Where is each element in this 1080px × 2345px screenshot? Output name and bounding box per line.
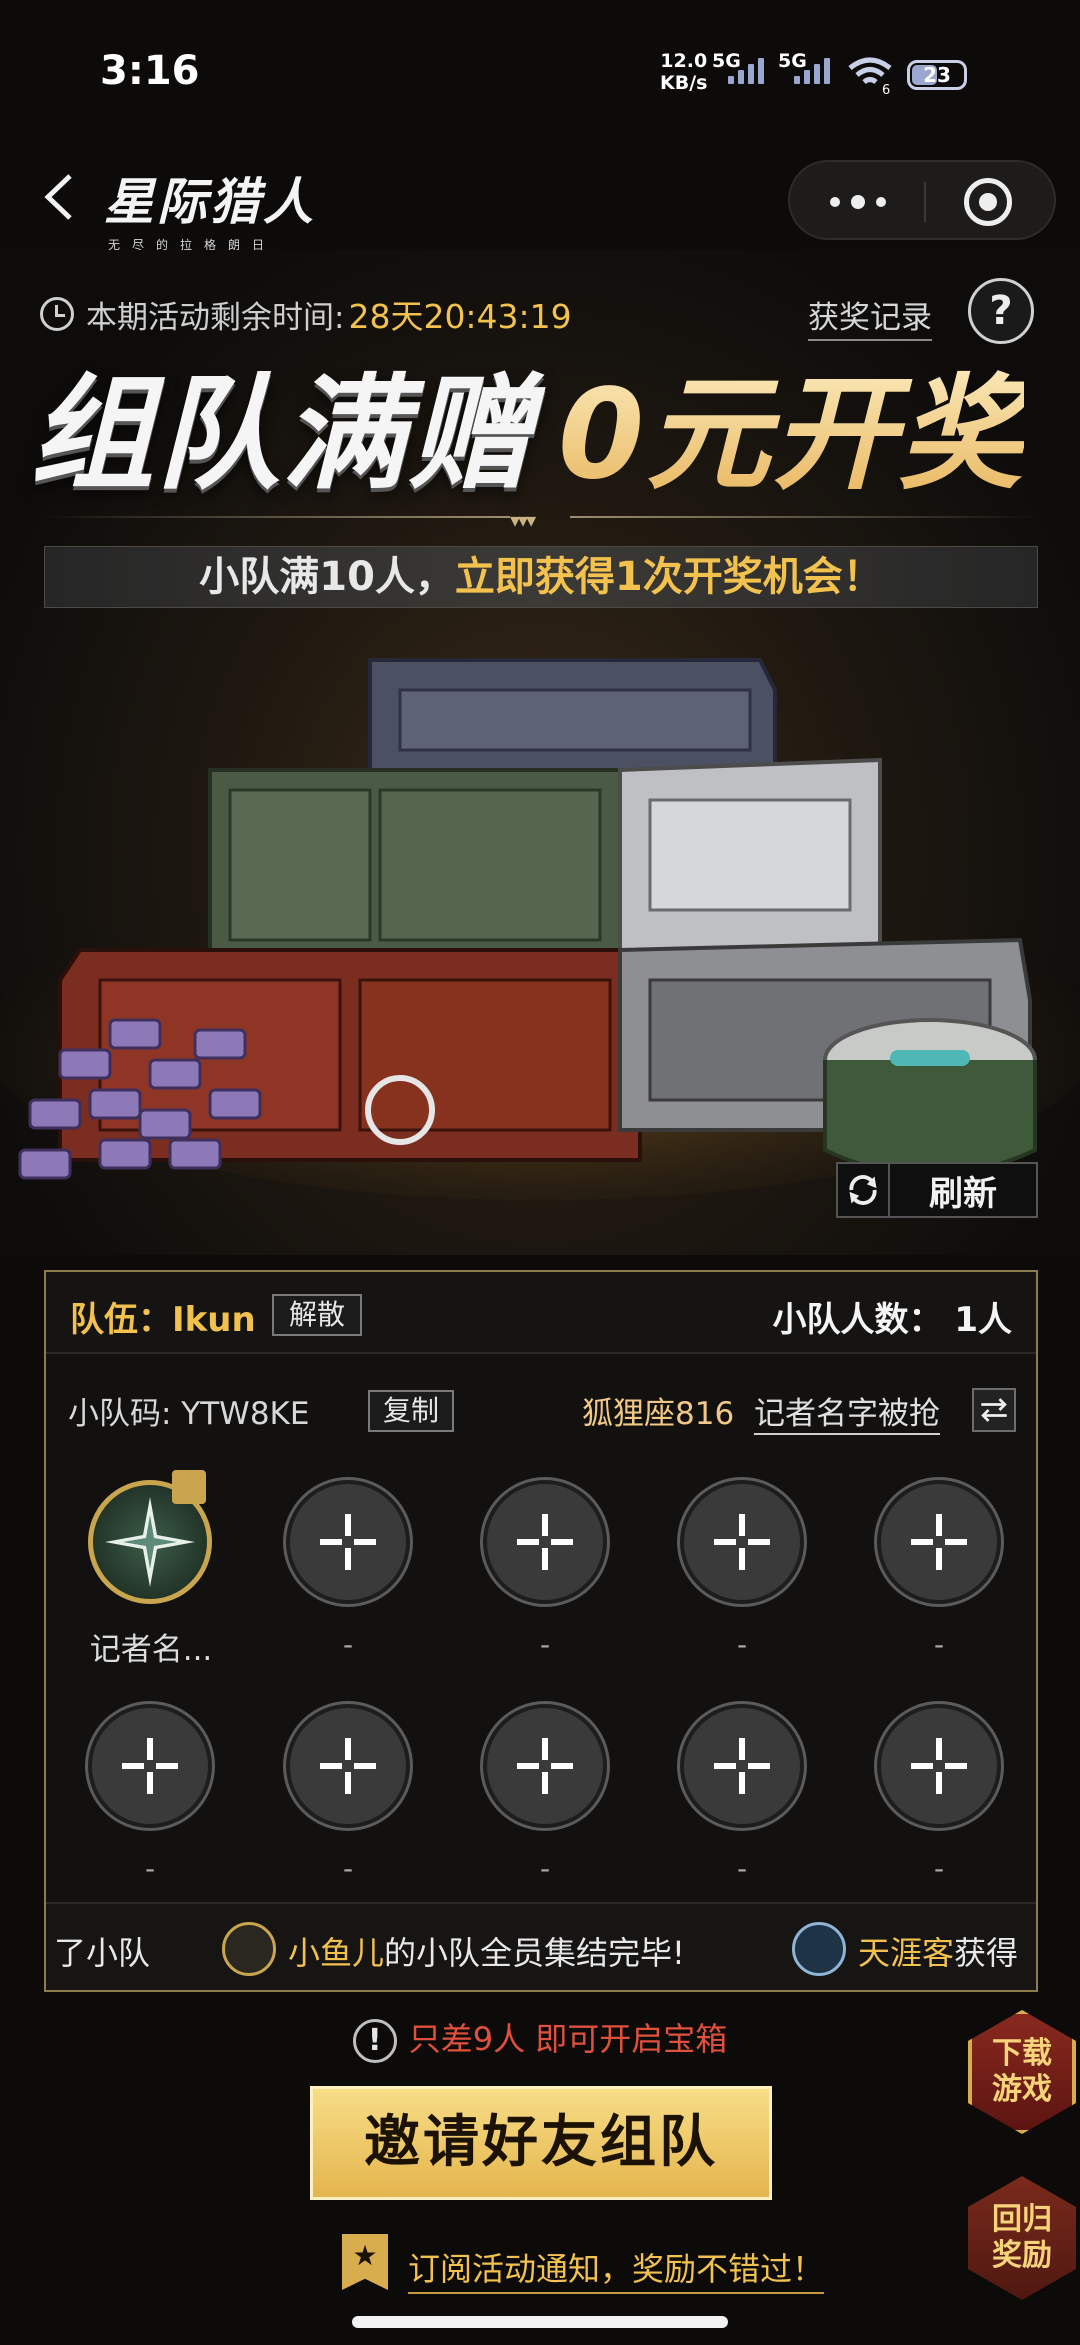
add-member-icon [911,1738,967,1794]
signal-icon [728,58,764,84]
back-arrow-icon[interactable] [40,170,80,224]
add-member-icon [714,1514,770,1570]
add-member-icon [122,1738,178,1794]
slot-placeholder: - [736,1852,748,1885]
headline-right: 0元开奖 [558,333,1024,513]
leader-flag-icon [172,1470,206,1504]
slot-placeholder: - [933,1628,945,1661]
signal-icon-2 [794,58,830,84]
invite-slot[interactable] [680,1480,804,1604]
clock-icon [40,297,74,331]
refresh-icon [849,1164,890,1216]
slot-placeholder: - [342,1628,354,1661]
invite-slot[interactable] [88,1704,212,1828]
slot-placeholder: - [342,1852,354,1885]
divider-left [40,516,510,518]
miniapp-capsule [788,160,1056,240]
server-name: 狐狸座816 [582,1396,735,1432]
invite-slot[interactable] [483,1704,607,1828]
refresh-button[interactable]: 刷新 [836,1162,1038,1218]
copy-code-button[interactable]: 复制 [368,1390,454,1432]
slot-placeholder: - [933,1852,945,1885]
close-miniapp-icon[interactable] [964,178,1012,226]
prize-crates-illustration [0,658,1080,1200]
svg-text:6: 6 [882,83,890,94]
countdown-value: 28天20:43:19 [348,297,572,336]
add-member-icon [517,1738,573,1794]
invite-slot[interactable] [680,1704,804,1828]
team-panel: 队伍：Ikun 解散 小队人数： 1人 小队码: YTW8KE 复制 狐狸座81… [44,1270,1038,1992]
invite-friends-button[interactable]: 邀请好友组队 [310,2086,772,2200]
team-member-count: 小队人数： 1人 [772,1300,1013,1340]
countdown-label: 本期活动剩余时间: [86,299,345,336]
exclamation-icon: ! [352,2019,397,2063]
player-avatar [792,1922,846,1976]
ticker-text: 天涯客获得 [858,1934,1019,1972]
network-speed: 12.0 KB/s [660,50,708,94]
headline: 组队满赠 0元开奖 [30,348,1050,507]
invite-slot[interactable] [286,1480,410,1604]
more-icon[interactable] [830,188,886,216]
star-bookmark-icon: ★ [342,2234,388,2290]
team-name: 队伍：Ikun [70,1300,256,1340]
team-leader-name: 记者名... [89,1632,213,1668]
refresh-label: 刷新 [929,1173,997,1214]
remaining-members-notice: ! 只差9人 即可开启宝箱 [0,2014,1080,2063]
invite-slot[interactable] [286,1704,410,1828]
slot-placeholder: - [539,1852,551,1885]
brand-logo: 星际猎人 无尽的拉格朗日 [104,173,316,252]
divider-right [570,516,1040,518]
add-member-icon [517,1514,573,1570]
status-bar: 3:16 12.0 KB/s 5G 5G 6 23 [0,0,1080,150]
ticker-text: 小鱼儿的小队全员集结完毕! [288,1934,685,1972]
team-code: 小队码: YTW8KE [68,1396,310,1432]
team-panel-header: 队伍：Ikun 解散 小队人数： 1人 [46,1272,1036,1354]
add-member-icon [320,1514,376,1570]
subscribe-link[interactable]: 订阅活动通知，奖励不错过！ [408,2244,825,2294]
ticker-text: 了小队 [54,1934,151,1972]
slot-placeholder: - [736,1628,748,1661]
headline-left: 组队满赠 [30,363,535,507]
invite-slot[interactable] [877,1480,1001,1604]
add-member-icon [714,1738,770,1794]
return-reward-button[interactable]: 回归 奖励 [968,2176,1076,2300]
status-time: 3:16 [100,48,200,94]
countdown-row: 本期活动剩余时间: 28天20:43:19 [40,290,572,338]
player-nickname: 记者名字被抢 [754,1388,940,1435]
add-member-icon [320,1738,376,1794]
chevron-down-icon: ▾▾▾ [510,508,536,532]
subheadline: 小队满10人，立即获得1次开奖机会！ [44,546,1038,608]
home-indicator[interactable] [352,2316,728,2328]
slot-placeholder: - [539,1628,551,1661]
activity-ticker: 了小队 小鱼儿的小队全员集结完毕! 天涯客获得 [46,1902,1036,1990]
slot-placeholder: - [144,1852,156,1885]
wifi-icon: 6 [848,57,892,94]
add-member-icon [911,1514,967,1570]
switch-account-icon[interactable] [972,1388,1016,1432]
player-avatar [222,1922,276,1976]
invite-slot[interactable] [483,1480,607,1604]
battery-icon: 23 [907,60,967,90]
dissolve-button[interactable]: 解散 [272,1294,362,1336]
invite-slot[interactable] [877,1704,1001,1828]
